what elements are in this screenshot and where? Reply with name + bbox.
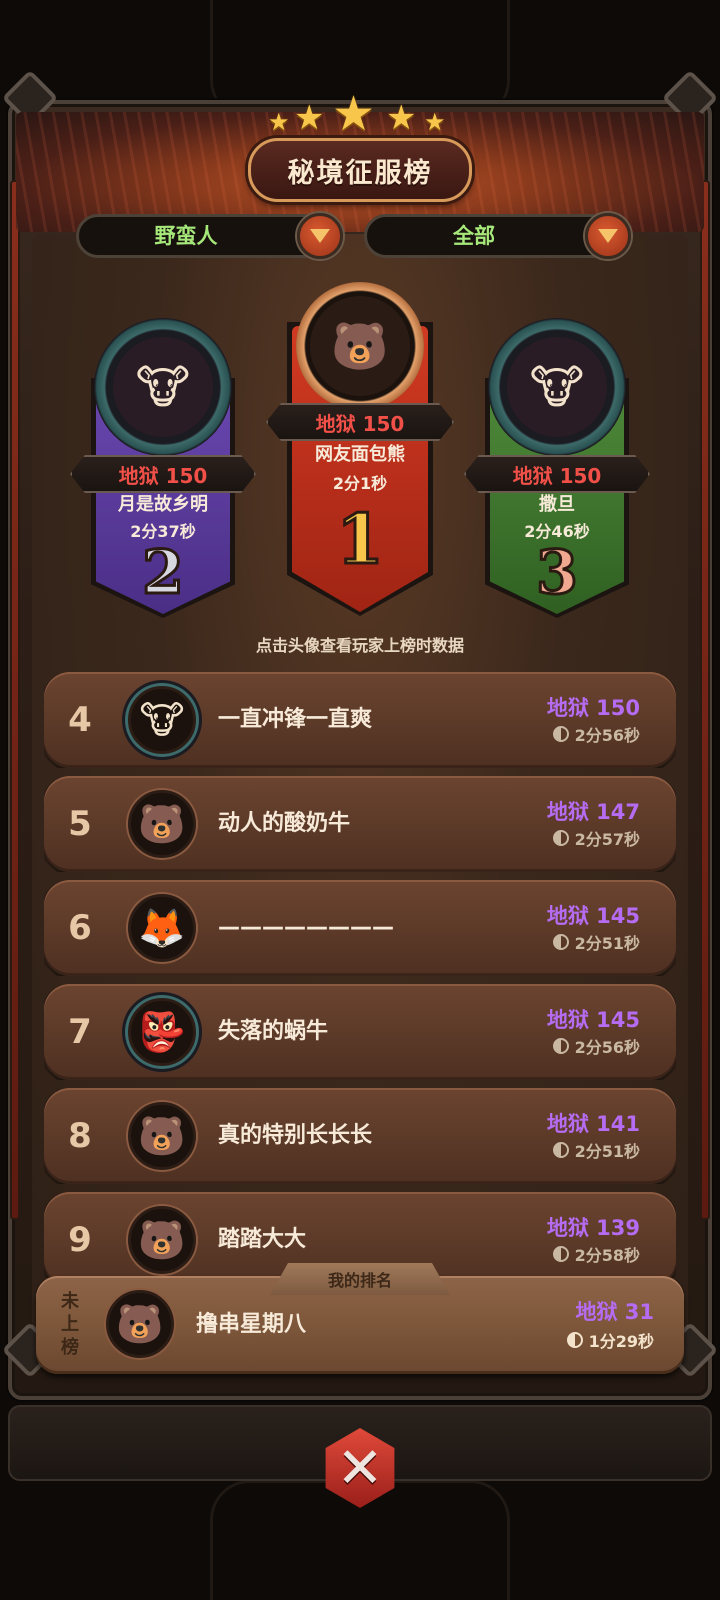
row-rank: 5 <box>68 804 92 844</box>
page-title: 秘境征服榜 <box>287 157 433 189</box>
star-icon: ★ <box>332 86 376 142</box>
my-time-value: 1分29秒 <box>588 1332 654 1351</box>
podium-player-time: 2分1秒 <box>332 474 388 493</box>
row-rank: 6 <box>68 908 92 948</box>
row-time: 2分51秒 <box>552 930 640 954</box>
row-score: 地狱 141 <box>546 1112 640 1136</box>
row-score: 地狱 139 <box>546 1216 640 1240</box>
my-score: 地狱 31 <box>575 1300 654 1324</box>
row-time-value: 2分56秒 <box>574 1038 640 1057</box>
cow-avatar-icon: 🐮 <box>113 337 213 437</box>
my-time: 1分29秒 <box>566 1328 654 1352</box>
row-time-value: 2分57秒 <box>574 830 640 849</box>
scope-filter-toggle-button[interactable] <box>585 213 631 259</box>
podium-rank-1[interactable]: 🐻 网友面包熊 2分1秒 1 <box>287 282 433 616</box>
cow-avatar-icon[interactable]: 🐮 <box>128 686 196 754</box>
row-player-name: 动人的酸奶牛 <box>218 811 351 836</box>
bear-avatar-icon[interactable]: 🐻 <box>128 790 196 858</box>
left-rail <box>10 180 20 1220</box>
row-player-name: 失落的蜗牛 <box>218 1019 329 1044</box>
clock-icon <box>552 1142 569 1158</box>
row-player-name: ———————— <box>218 915 394 940</box>
row-time: 2分56秒 <box>552 1034 640 1058</box>
row-score: 地狱 150 <box>546 696 640 720</box>
row-time-value: 2分51秒 <box>574 934 640 953</box>
helmet-bear-avatar-icon[interactable]: 🐻 <box>128 1206 196 1274</box>
player-avatar[interactable]: 🐻 <box>296 282 424 410</box>
chevron-down-icon <box>598 229 618 243</box>
bear-avatar-icon[interactable]: 🐻 <box>128 1102 196 1170</box>
player-avatar[interactable]: 🐮 <box>94 318 232 456</box>
leaderboard-row[interactable]: 7 👺 失落的蜗牛 地狱 145 2分56秒 <box>44 984 676 1080</box>
star-icon: ★ <box>386 98 417 138</box>
row-time: 2分57秒 <box>552 826 640 850</box>
class-filter-dropdown[interactable]: 野蛮人 <box>76 213 343 259</box>
goblin-avatar-icon[interactable]: 👺 <box>128 998 196 1066</box>
podium-rank-number: 1 <box>335 499 385 582</box>
title-plate: 秘境征服榜 <box>248 138 472 202</box>
row-player-name: 一直冲锋一直爽 <box>218 707 373 732</box>
stars-decoration: ★ ★ ★ ★ ★ <box>0 86 720 146</box>
unranked-label: 未上榜 <box>61 1291 79 1358</box>
podium-player-name: 网友面包熊 <box>315 444 405 465</box>
row-player-name: 真的特别长长长 <box>218 1123 373 1148</box>
leaderboard-row[interactable]: 8 🐻 真的特别长长长 地狱 141 2分51秒 <box>44 1088 676 1184</box>
row-time: 2分58秒 <box>552 1242 640 1266</box>
row-time: 2分51秒 <box>552 1138 640 1162</box>
star-icon: ★ <box>424 108 446 136</box>
chevron-down-icon <box>310 229 330 243</box>
class-filter-label: 野蛮人 <box>154 224 218 248</box>
scope-filter-label: 全部 <box>453 224 495 248</box>
scope-filter-dropdown[interactable]: 全部 <box>364 213 631 259</box>
helmet-bear-avatar-icon[interactable]: 🐻 <box>106 1290 174 1358</box>
row-score: 地狱 145 <box>546 904 640 928</box>
row-time-value: 2分51秒 <box>574 1142 640 1161</box>
cow-avatar-icon: 🐮 <box>507 337 607 437</box>
clock-icon <box>552 830 569 846</box>
leaderboard-row[interactable]: 6 🦊 ———————— 地狱 145 2分51秒 <box>44 880 676 976</box>
class-filter-toggle-button[interactable] <box>297 213 343 259</box>
clock-icon <box>552 726 569 742</box>
clock-icon <box>552 1038 569 1054</box>
row-rank: 4 <box>68 700 92 740</box>
row-rank: 7 <box>68 1012 92 1052</box>
leaderboard-row[interactable]: 4 🐮 一直冲锋一直爽 地狱 150 2分56秒 <box>44 672 676 768</box>
right-rail <box>700 180 710 1220</box>
star-icon: ★ <box>268 108 290 136</box>
podium-rank-number: 3 <box>535 537 580 610</box>
helmet-bear-avatar-icon: 🐻 <box>310 296 410 396</box>
row-score: 地狱 147 <box>546 800 640 824</box>
close-button[interactable]: ✕ <box>310 1418 410 1518</box>
row-rank: 8 <box>68 1116 92 1156</box>
row-score: 地狱 145 <box>546 1008 640 1032</box>
row-rank: 9 <box>68 1220 92 1260</box>
clock-icon <box>566 1332 583 1348</box>
close-icon: ✕ <box>325 1428 395 1508</box>
clock-icon <box>552 1246 569 1262</box>
podium-score-plate: 地狱 150 <box>464 455 650 493</box>
podium-player-name: 撒旦 <box>539 494 575 515</box>
my-rank-tab: 我的排名 <box>270 1263 450 1295</box>
row-time-value: 2分58秒 <box>574 1246 640 1265</box>
row-time-value: 2分56秒 <box>574 726 640 745</box>
row-time: 2分56秒 <box>552 722 640 746</box>
podium-rank-number: 2 <box>141 537 186 610</box>
podium-score-plate: 地狱 150 <box>266 403 454 441</box>
clock-icon <box>552 934 569 950</box>
podium-player-name: 月是故乡明 <box>118 494 208 515</box>
hint-text: 点击头像查看玩家上榜时数据 <box>255 636 464 655</box>
leaderboard-row[interactable]: 5 🐻 动人的酸奶牛 地狱 147 2分57秒 <box>44 776 676 872</box>
player-avatar[interactable]: 🐮 <box>488 318 626 456</box>
fox-avatar-icon[interactable]: 🦊 <box>128 894 196 962</box>
star-icon: ★ <box>294 98 325 138</box>
podium-score-plate: 地狱 150 <box>70 455 256 493</box>
